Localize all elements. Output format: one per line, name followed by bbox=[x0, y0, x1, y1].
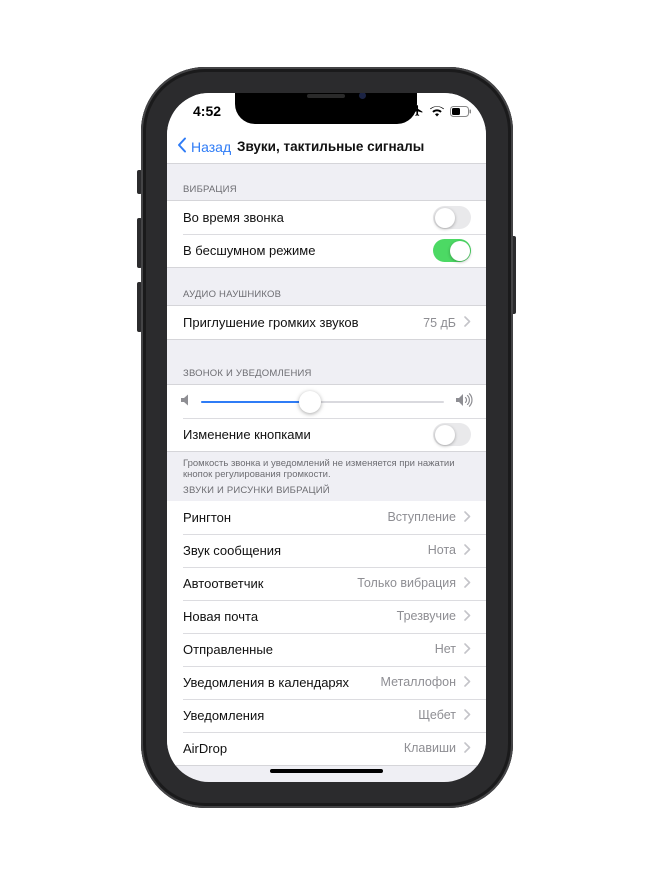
row-value: Металлофон bbox=[380, 675, 456, 690]
status-icons bbox=[411, 104, 472, 122]
group-sounds: Рингтон Вступление Звук сообщения Нота А… bbox=[167, 500, 486, 766]
chevron-right-icon bbox=[464, 543, 471, 558]
front-camera bbox=[359, 93, 366, 99]
section-header-sounds: ЗВУКИ И РИСУНКИ ВИБРАЦИЙ bbox=[183, 484, 330, 496]
row-ringer-volume bbox=[167, 385, 486, 418]
vibrate-on-silent-toggle[interactable] bbox=[433, 239, 471, 262]
toggle-knob bbox=[449, 240, 470, 261]
section-header-ringer: ЗВОНОК И УВЕДОМЛЕНИЯ bbox=[183, 368, 312, 379]
vibrate-on-ring-toggle[interactable] bbox=[433, 206, 471, 229]
row-calendar-alerts[interactable]: Уведомления в календарях Металлофон bbox=[167, 665, 486, 699]
ringer-volume-slider[interactable] bbox=[201, 390, 444, 413]
chevron-right-icon bbox=[464, 609, 471, 624]
chevron-right-icon bbox=[464, 675, 471, 690]
wifi-icon bbox=[430, 104, 444, 122]
row-change-with-buttons: Изменение кнопками bbox=[167, 418, 486, 451]
toggle-knob bbox=[434, 207, 455, 228]
status-bar: 4:52 bbox=[167, 93, 486, 131]
back-label: Назад bbox=[191, 138, 232, 155]
ringer-footnote: Громкость звонка и уведомлений не изменя… bbox=[183, 458, 455, 481]
row-value: Нота bbox=[427, 543, 456, 558]
group-vibration: Во время звонка В бесшумном режиме bbox=[167, 200, 486, 268]
chevron-right-icon bbox=[464, 642, 471, 657]
row-label: Изменение кнопками bbox=[183, 427, 311, 442]
chevron-right-icon bbox=[464, 510, 471, 525]
airplane-icon bbox=[411, 104, 424, 122]
chevron-left-icon bbox=[177, 137, 187, 156]
chevron-right-icon bbox=[464, 741, 471, 756]
row-label: Уведомления bbox=[183, 707, 265, 723]
row-new-mail[interactable]: Новая почта Трезвучие bbox=[167, 599, 486, 633]
row-label: Отправленные bbox=[183, 641, 273, 657]
speaker-low-icon bbox=[181, 394, 191, 409]
row-value: Только вибрация bbox=[357, 576, 456, 591]
row-vibrate-on-ring: Во время звонка bbox=[167, 201, 486, 234]
speaker-high-icon bbox=[456, 393, 474, 410]
row-value: 75 дБ bbox=[423, 315, 456, 330]
row-ringtone[interactable]: Рингтон Вступление bbox=[167, 501, 486, 534]
back-button[interactable]: Назад bbox=[177, 137, 231, 156]
status-time: 4:52 bbox=[193, 103, 222, 119]
earpiece-speaker bbox=[307, 94, 345, 98]
row-reminder-alerts[interactable]: Уведомления Щебет bbox=[167, 698, 486, 732]
toggle-knob bbox=[434, 424, 455, 445]
navigation-bar: Назад Звуки, тактильные сигналы bbox=[167, 131, 486, 164]
row-value: Клавиши bbox=[403, 741, 456, 756]
row-label: AirDrop bbox=[183, 740, 228, 756]
row-value: Нет bbox=[434, 642, 456, 657]
chevron-right-icon bbox=[464, 576, 471, 591]
row-vibrate-on-silent: В бесшумном режиме bbox=[167, 234, 486, 267]
slider-fill bbox=[201, 400, 311, 403]
row-label: Уведомления в календарях bbox=[183, 674, 350, 690]
row-reduce-loud-sounds[interactable]: Приглушение громких звуков 75 дБ bbox=[167, 306, 486, 339]
row-label: Звук сообщения bbox=[183, 542, 282, 558]
row-voicemail[interactable]: Автоответчик Только вибрация bbox=[167, 566, 486, 600]
row-label: Приглушение громких звуков bbox=[183, 315, 359, 330]
slider-thumb[interactable] bbox=[299, 390, 322, 413]
row-sent-mail[interactable]: Отправленные Нет bbox=[167, 632, 486, 666]
page-title: Звуки, тактильные сигналы bbox=[237, 139, 425, 154]
row-label: Рингтон bbox=[183, 509, 232, 525]
row-label: Во время звонка bbox=[183, 210, 284, 225]
row-label: Автоответчик bbox=[183, 575, 264, 591]
row-value: Трезвучие bbox=[396, 609, 456, 624]
section-header-headphone-audio: АУДИО НАУШНИКОВ bbox=[183, 289, 282, 300]
phone-screen: 4:52 Назад Звуки, тактильные сигналы ВИБ… bbox=[167, 93, 486, 782]
chevron-right-icon bbox=[464, 315, 471, 330]
battery-icon bbox=[450, 104, 472, 122]
row-label: Новая почта bbox=[183, 608, 259, 624]
row-text-tone[interactable]: Звук сообщения Нота bbox=[167, 533, 486, 567]
notch bbox=[235, 93, 417, 124]
row-airdrop[interactable]: AirDrop Клавиши bbox=[167, 731, 486, 765]
section-header-vibration: ВИБРАЦИЯ bbox=[183, 184, 237, 195]
settings-list: ВИБРАЦИЯ Во время звонка В бесшумном реж… bbox=[167, 164, 486, 766]
group-headphone-audio: Приглушение громких звуков 75 дБ bbox=[167, 305, 486, 340]
home-indicator[interactable] bbox=[270, 769, 383, 773]
change-with-buttons-toggle[interactable] bbox=[433, 423, 471, 446]
row-value: Вступление bbox=[387, 510, 456, 525]
row-value: Щебет bbox=[418, 708, 456, 723]
row-label: В бесшумном режиме bbox=[183, 243, 316, 258]
chevron-right-icon bbox=[464, 708, 471, 723]
group-ringer: Изменение кнопками bbox=[167, 384, 486, 452]
